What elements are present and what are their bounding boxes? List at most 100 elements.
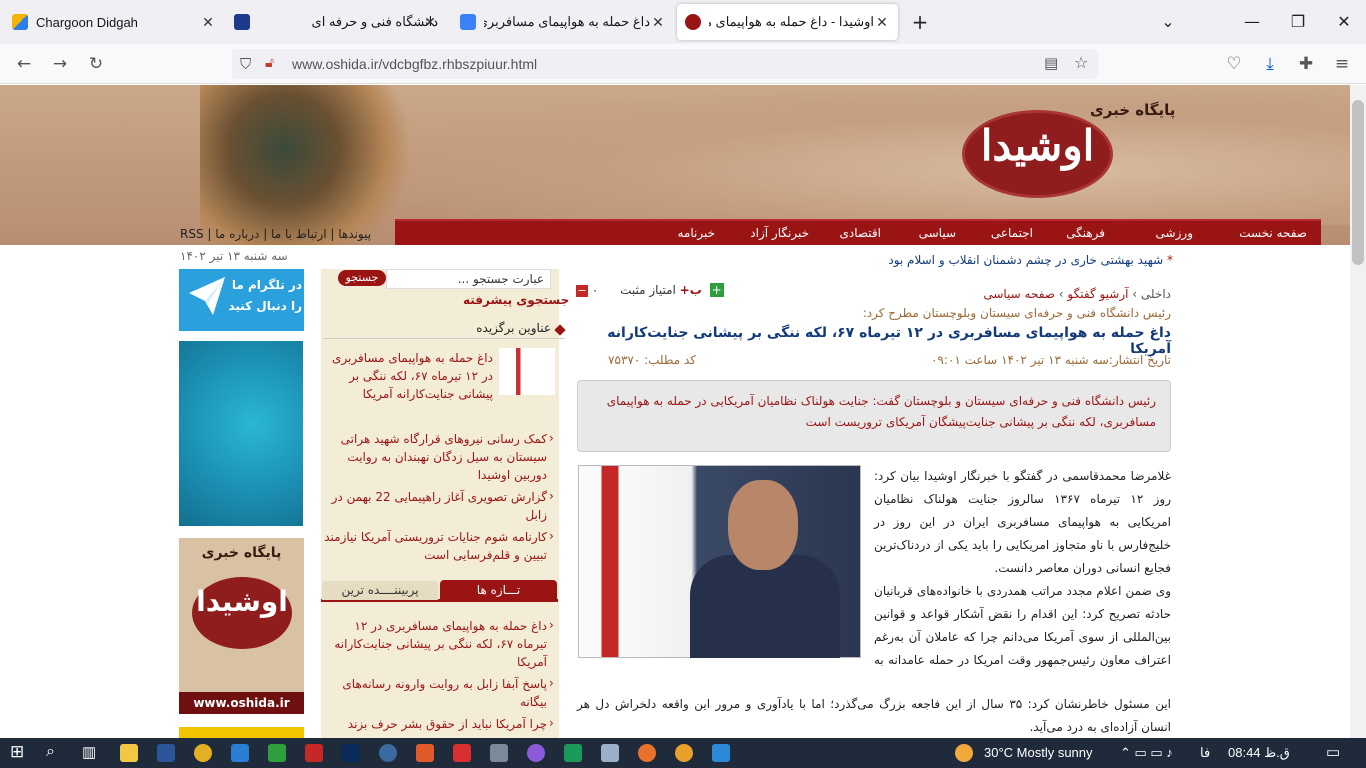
app-icon[interactable] (416, 744, 434, 762)
latest-item[interactable]: چرا آمریکا نباید از حقوق بشر حرف بزند (327, 715, 547, 733)
app-icon[interactable] (268, 744, 286, 762)
menu-social[interactable]: اجتماعی (991, 226, 1033, 240)
menu-home[interactable]: صفحه نخست (1239, 226, 1307, 240)
link-about[interactable]: درباره ما (215, 227, 259, 241)
site-logo-text[interactable]: اوشیدا (965, 121, 1110, 170)
breadcrumb-item[interactable]: صفحه سیاسی (983, 287, 1055, 301)
new-tab-button[interactable]: + (906, 8, 934, 36)
download-icon[interactable]: ⤓ (1256, 50, 1284, 78)
latest-item[interactable]: پاسخ آبفا زابل به روایت وارونه رسانه‌های… (327, 675, 547, 711)
search-input[interactable]: عبارت جستجو ... (386, 269, 551, 289)
plus-icon[interactable]: ب+ (680, 283, 702, 297)
article-lead: رئیس دانشگاه فنی و حرفه‌ای سیستان و بلوچ… (577, 380, 1171, 452)
firefox-icon[interactable] (638, 744, 656, 762)
latest-item[interactable]: داغ حمله به هواپیمای مسافربری در ۱۲ تیرم… (327, 617, 547, 671)
featured-item[interactable]: کمک رسانی نیروهای قرارگاه شهید هراتی سیس… (327, 430, 547, 484)
breadcrumb-item[interactable]: داخلی (1141, 287, 1171, 301)
tab-most-viewed[interactable]: پربیننــــده ترین (322, 581, 438, 600)
reload-icon[interactable]: ↻ (82, 50, 110, 78)
breaking-news[interactable]: * شهید بهشتی خاری در چشم دشمنان انقلاب و… (575, 253, 1173, 267)
menu-culture[interactable]: فرهنگی (1066, 226, 1105, 240)
app-icon[interactable] (527, 744, 545, 762)
close-icon[interactable]: ✕ (650, 14, 666, 30)
bookmark-star-icon[interactable]: ☆ (1074, 53, 1088, 72)
pdf-icon[interactable] (305, 744, 323, 762)
file-explorer-icon[interactable] (120, 744, 138, 762)
tab-university[interactable]: دانشگاه فنی و حرفه ای ✕ (226, 4, 446, 40)
url-bar[interactable]: ⛉ 🔓︎ www.oshida.ir/vdcbgfbz.rhbszpiuur.h… (232, 49, 1098, 79)
app-icon[interactable] (712, 744, 730, 762)
breadcrumb-item[interactable]: آرشیو گفتگو (1067, 287, 1128, 301)
weather-text[interactable]: 30°C Mostly sunny (984, 745, 1093, 760)
system-tray-icons[interactable]: ⌃ ▭ ▭ ♪ (1120, 745, 1173, 761)
article-paragraph: وی ضمن اعلام مجدد مراتب همدردی با خانواد… (874, 584, 1171, 667)
search-button[interactable]: جستجو (338, 270, 386, 286)
breaking-news-text[interactable]: شهید بهشتی خاری در چشم دشمنان انقلاب و ا… (888, 253, 1163, 267)
advanced-search-link[interactable]: جستجوی پیشرفته (463, 293, 569, 307)
bullet-icon: ‹ (549, 489, 554, 503)
forward-arrow-icon[interactable]: → (46, 50, 74, 78)
tab-news-article[interactable]: داغ حمله به هواپیمای مسافربری د ✕ (452, 4, 674, 40)
link-contact[interactable]: ارتباط با ما (271, 227, 327, 241)
chrome-icon[interactable] (194, 744, 212, 762)
video-app-icon[interactable] (453, 744, 471, 762)
close-icon[interactable]: ✕ (422, 14, 438, 30)
insecure-lock-icon[interactable]: 🔓︎ (265, 55, 274, 71)
minimize-icon[interactable]: — (1238, 8, 1266, 36)
featured-item[interactable]: داغ حمله به هواپیمای مسافربری در ۱۲ تیرم… (327, 349, 493, 403)
scrollbar-thumb[interactable] (1352, 100, 1364, 265)
task-view-icon[interactable]: ▥ (82, 743, 96, 761)
telegram-text[interactable]: در تلگرام ما را دنبال کنید (226, 275, 302, 317)
weather-sun-icon[interactable] (955, 744, 973, 762)
close-icon[interactable]: ✕ (200, 14, 216, 30)
featured-item[interactable]: کارنامه شوم جنایات تروریستی آمریکا نیازم… (322, 528, 547, 564)
word-icon[interactable] (157, 744, 175, 762)
score-value: ۰ (591, 283, 599, 297)
close-icon[interactable]: ✕ (874, 14, 890, 30)
menu-newsletter[interactable]: خبرنامه (677, 226, 715, 240)
advertisement-banner[interactable] (179, 341, 303, 526)
link-links[interactable]: پیوندها (338, 227, 371, 241)
list-tabs-icon[interactable]: ⌄ (1154, 8, 1182, 36)
shield-icon[interactable]: ⛉ (240, 55, 251, 73)
featured-item[interactable]: گزارش تصویری آغاز راهپیمایی 22 بهمن در ز… (327, 488, 547, 524)
tab-label: اوشیدا - داغ حمله به هواپیمای مد (709, 14, 874, 29)
photoshop-icon[interactable] (342, 744, 360, 762)
window-close-icon[interactable]: ✕ (1330, 8, 1358, 36)
menu-sports[interactable]: ورزشی (1156, 226, 1193, 240)
logo-subtitle: پایگاه خبری (1090, 101, 1176, 119)
menu-free-reporter[interactable]: خبرنگار آزاد (750, 226, 809, 240)
reader-view-icon[interactable]: ▤ (1044, 54, 1058, 72)
network-app-icon[interactable] (379, 744, 397, 762)
banner-landscape-image (380, 85, 1350, 225)
minus-icon[interactable]: − (576, 285, 588, 297)
featured-thumbnail[interactable] (499, 348, 555, 395)
notepad-icon[interactable] (601, 744, 619, 762)
url-text[interactable]: www.oshida.ir/vdcbgfbz.rhbszpiuur.html (292, 56, 537, 72)
menu-politics[interactable]: سیاسی (919, 226, 956, 240)
tab-oshida-active[interactable]: اوشیدا - داغ حمله به هواپیمای مد ✕ (677, 4, 898, 40)
add-icon[interactable]: + (709, 283, 724, 297)
pocket-icon[interactable]: ♡ (1220, 50, 1248, 78)
link-rss[interactable]: RSS (180, 227, 204, 241)
article-photo-person (690, 555, 840, 658)
windows-start-icon[interactable]: ⊞ (10, 742, 24, 762)
menu-hamburger-icon[interactable]: ≡ (1328, 50, 1356, 78)
notifications-icon[interactable]: ▭ (1326, 743, 1340, 761)
back-arrow-icon[interactable]: ← (10, 50, 38, 78)
clock[interactable]: ق.ظ 08:44 (1228, 745, 1290, 761)
edge-icon[interactable] (231, 744, 249, 762)
search-icon[interactable]: ⌕ (46, 743, 55, 761)
language-indicator[interactable]: فا (1200, 745, 1210, 761)
site-date: سه شنبه ۱۳ تیر ۱۴۰۲ (180, 249, 288, 263)
app-icon[interactable] (564, 744, 582, 762)
tab-latest[interactable]: تـــازه ها (440, 580, 557, 600)
app-icon[interactable] (490, 744, 508, 762)
advertisement-banner-yellow[interactable] (179, 727, 304, 738)
menu-economy[interactable]: اقتصادی (840, 226, 882, 240)
ad-url[interactable]: www.oshida.ir (179, 692, 304, 714)
extensions-icon[interactable]: ✚ (1292, 50, 1320, 78)
app-icon[interactable] (675, 744, 693, 762)
tab-chargoon[interactable]: Chargoon Didgah ✕ (4, 4, 224, 40)
maximize-icon[interactable]: ❐ (1284, 8, 1312, 36)
